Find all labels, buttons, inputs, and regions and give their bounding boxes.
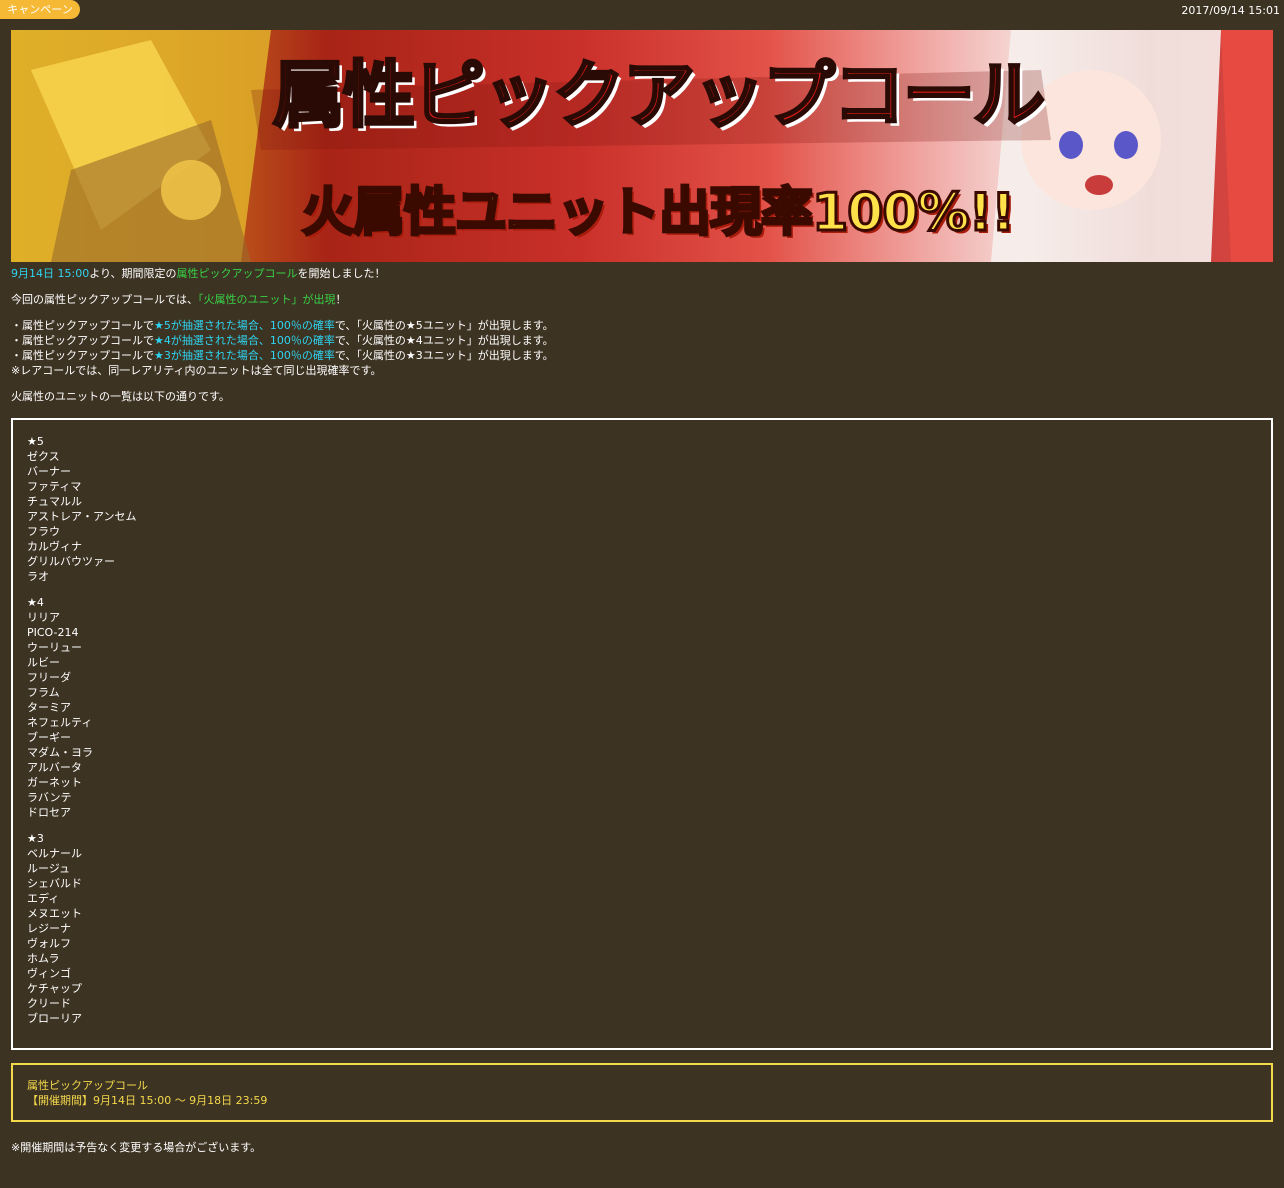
unit-list-intro: 火属性のユニットの一覧は以下の通りです。 — [11, 390, 230, 403]
unit-name: ターミア — [27, 701, 71, 714]
rule-star3: ・属性ピックアップコールで★3が抽選された場合、100％の確率で、「火属性の★3… — [11, 349, 554, 362]
star4-label: ★4 — [27, 596, 44, 609]
period-title: 属性ピックアップコール — [27, 1079, 148, 1092]
unit-name: グリルバウツァー — [27, 555, 115, 568]
unit-name: ケチャップ — [27, 982, 82, 995]
unit-name: レジーナ — [27, 922, 71, 935]
campaign-banner: 属性ピックアップコール 火属性ユニット出現率100%!! — [11, 30, 1273, 262]
start-date: 9月14日 15:00 — [11, 267, 90, 280]
unit-name: ベルナール — [27, 847, 82, 860]
footer-note: ※開催期間は予告なく変更する場合がございます。 — [11, 1141, 262, 1154]
unit-name: フリーダ — [27, 671, 71, 684]
unit-list-box: ★5 ゼクス バーナー ファティマ チュマルル アストレア・アンセム フラウ カ… — [11, 418, 1273, 1050]
unit-name: PICO-214 — [27, 626, 79, 639]
unit-name: リリア — [27, 611, 60, 624]
article-body: 9月14日 15:00より、期間限定の属性ピックアップコールを開始しました！ 今… — [11, 266, 1273, 404]
unit-name: カルヴィナ — [27, 540, 82, 553]
intro-line-1: 9月14日 15:00より、期間限定の属性ピックアップコールを開始しました！ — [11, 267, 386, 280]
unit-name: フラウ — [27, 525, 60, 538]
banner-title: 属性ピックアップコール — [272, 52, 1047, 139]
unit-name: ルビー — [27, 656, 60, 669]
star5-label: ★5 — [27, 435, 44, 448]
unit-name: ヴィンゴ — [27, 967, 71, 980]
unit-name: ドロセア — [27, 806, 71, 819]
unit-name: バーナー — [27, 465, 71, 478]
unit-name: ブローリア — [27, 1012, 82, 1025]
star3-group: ★3 ベルナール ルージュ シェバルド エディ メヌエット レジーナ ヴォルフ … — [27, 831, 137, 1026]
unit-name: アストレア・アンセム — [27, 510, 137, 523]
star4-group: ★4 リリア PICO-214 ウーリュー ルビー フリーダ フラム ターミア … — [27, 595, 137, 820]
star3-label: ★3 — [27, 832, 44, 845]
unit-name: ホムラ — [27, 952, 60, 965]
gacha-name-link[interactable]: 属性ピックアップコール — [177, 267, 298, 280]
unit-name: ウーリュー — [27, 641, 82, 654]
unit-name: ブーギー — [27, 731, 71, 744]
top-bar: キャンペーン 2017/09/14 15:01 — [0, 0, 1284, 22]
unit-name: クリード — [27, 997, 71, 1010]
unit-name: ゼクス — [27, 450, 60, 463]
unit-name: ガーネット — [27, 776, 82, 789]
unit-name: メヌエット — [27, 907, 82, 920]
rarity-note: ※レアコールでは、同一レアリティ内のユニットは全て同じ出現確率です。 — [11, 364, 382, 377]
fire-highlight: 「火属性のユニット」が出現 — [198, 293, 336, 306]
unit-name: ラバンテ — [27, 791, 72, 804]
post-date: 2017/09/14 15:01 — [1181, 4, 1280, 17]
unit-name: ネフェルティ — [27, 716, 93, 729]
unit-name: ヴォルフ — [27, 937, 71, 950]
rule-star4: ・属性ピックアップコールで★4が抽選された場合、100％の確率で、「火属性の★4… — [11, 334, 554, 347]
event-period-box: 属性ピックアップコール 【開催期間】9月14日 15:00 ～ 9月18日 23… — [11, 1063, 1273, 1122]
unit-name: アルバータ — [27, 761, 82, 774]
star5-group: ★5 ゼクス バーナー ファティマ チュマルル アストレア・アンセム フラウ カ… — [27, 434, 137, 584]
intro-line-2: 今回の属性ピックアップコールでは、「火属性のユニット」が出現！ — [11, 293, 347, 306]
campaign-tag[interactable]: キャンペーン — [0, 0, 80, 19]
banner-subtitle: 火属性ユニット出現率100%!! — [300, 182, 1016, 245]
unit-name: マダム・ヨラ — [27, 746, 93, 759]
unit-name: エディ — [27, 892, 60, 905]
unit-name: チュマルル — [27, 495, 82, 508]
rule-star5: ・属性ピックアップコールで★5が抽選された場合、100％の確率で、「火属性の★5… — [11, 319, 554, 332]
unit-name: ルージュ — [27, 862, 71, 875]
unit-name: シェバルド — [27, 877, 82, 890]
period-dates: 【開催期間】9月14日 15:00 ～ 9月18日 23:59 — [27, 1094, 268, 1107]
unit-name: ラオ — [27, 570, 49, 583]
unit-name: フラム — [27, 686, 60, 699]
unit-name: ファティマ — [27, 480, 82, 493]
